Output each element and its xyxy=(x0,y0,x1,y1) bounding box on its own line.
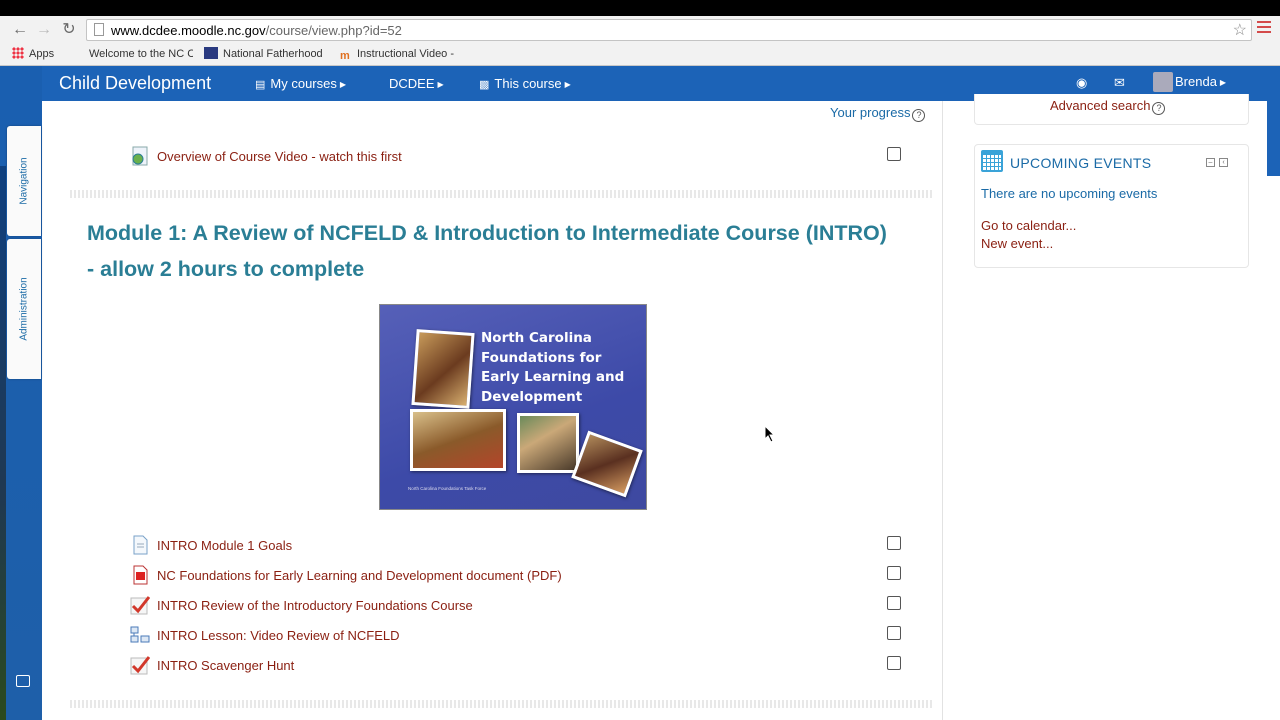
page-icon xyxy=(133,535,148,555)
progress-label: Your progress xyxy=(830,105,911,120)
section-separator xyxy=(70,700,933,708)
completion-checkbox[interactable] xyxy=(887,566,901,580)
nav-dcdee[interactable]: DCDEE ▶ xyxy=(389,76,444,91)
help-icon[interactable]: ? xyxy=(912,109,926,122)
completion-checkbox[interactable] xyxy=(887,147,901,161)
block-title: UPCOMING EVENTS xyxy=(1010,155,1152,171)
upcoming-events-block: UPCOMING EVENTS – ‹ There are no upcomin… xyxy=(974,144,1249,268)
site-brand[interactable]: Child Development xyxy=(59,73,211,94)
pdf-icon xyxy=(133,565,148,585)
bookmark-label: Apps xyxy=(29,48,55,60)
activity-link[interactable]: NC Foundations for Early Learning and De… xyxy=(157,568,562,583)
activity-link[interactable]: INTRO Module 1 Goals xyxy=(157,538,292,553)
address-bar[interactable]: www.dcdee.moodle.nc.gov/course/view.php?… xyxy=(86,19,1252,41)
nav-label: My courses xyxy=(270,76,337,91)
quiz-check-icon xyxy=(130,656,150,675)
administration-tab-label: Administration xyxy=(18,277,30,341)
nav-my-courses[interactable]: ▤ My courses ▶ xyxy=(255,76,346,91)
bookmark-welcome[interactable]: Welcome to the NC C xyxy=(89,46,193,62)
your-progress: Your progress? xyxy=(830,105,926,122)
child-photo-3 xyxy=(517,413,579,473)
collapse-block-icon[interactable]: – xyxy=(1206,158,1215,167)
bookmark-label: National Fatherhood xyxy=(223,48,323,60)
bookmark-label: Instructional Video - xyxy=(357,48,455,60)
lesson-icon xyxy=(130,626,150,643)
ncfeld-cover-image: North Carolina Foundations for Early Lea… xyxy=(379,304,647,510)
bookmark-star-icon[interactable]: ☆ xyxy=(1233,20,1247,40)
activity-link[interactable]: INTRO Scavenger Hunt xyxy=(157,658,294,673)
back-arrow-icon[interactable]: ← xyxy=(10,20,30,40)
section-separator xyxy=(70,190,933,198)
url-text: www.dcdee.moodle.nc.gov/course/view.php?… xyxy=(111,23,402,38)
calendar-icon xyxy=(981,150,1003,172)
bookmark-apps[interactable]: Apps xyxy=(12,46,54,62)
completion-checkbox[interactable] xyxy=(887,536,901,550)
quiz-check-icon xyxy=(130,596,150,615)
user-name: Brenda xyxy=(1175,74,1217,89)
bookmark-fatherhood[interactable]: National Fatherhood xyxy=(204,46,323,62)
fatherhood-favicon-icon xyxy=(204,47,218,59)
screen-top-bar xyxy=(0,0,1280,16)
no-events-text: There are no upcoming events xyxy=(981,186,1158,201)
caret-right-icon: ▶ xyxy=(1219,78,1227,87)
scrollbar-area[interactable] xyxy=(1267,66,1280,720)
bookmark-label: Welcome to the NC C xyxy=(89,48,193,60)
url-host: www.dcdee.moodle.nc.gov xyxy=(111,23,266,38)
nav-label: This course xyxy=(494,76,562,91)
url-globe-icon xyxy=(132,146,148,166)
cover-title: North Carolina Foundations for Early Lea… xyxy=(481,330,625,405)
activity-link[interactable]: Overview of Course Video - watch this fi… xyxy=(157,149,402,164)
help-icon[interactable]: ? xyxy=(1152,102,1166,115)
completion-checkbox[interactable] xyxy=(887,596,901,610)
advanced-search-label: Advanced search xyxy=(1050,98,1151,113)
courses-icon: ▤ xyxy=(255,79,266,91)
left-dock-edge xyxy=(0,166,6,720)
dock-expand-icon[interactable] xyxy=(16,675,30,687)
book-icon: ▩ xyxy=(479,79,490,91)
url-path: /course/view.php?id=52 xyxy=(265,23,402,38)
nav-label: DCDEE xyxy=(389,76,435,91)
section-title: Module 1: A Review of NCFELD & Introduct… xyxy=(87,221,887,281)
new-event-link[interactable]: New event... xyxy=(981,236,1053,251)
completion-checkbox[interactable] xyxy=(887,656,901,670)
go-to-calendar-link[interactable]: Go to calendar... xyxy=(981,218,1076,233)
page-icon xyxy=(94,23,104,36)
caret-right-icon: ▶ xyxy=(437,80,444,89)
child-photo-1 xyxy=(411,329,475,409)
child-photo-4 xyxy=(571,430,643,498)
bookmark-instructional[interactable]: m Instructional Video - xyxy=(340,46,454,62)
column-divider xyxy=(942,101,943,720)
cover-footer: North Carolina Foundations Task Force xyxy=(408,486,487,491)
child-photo-2 xyxy=(410,409,506,471)
moodle-page: Navigation Administration Child Developm… xyxy=(0,66,1280,720)
moodle-favicon-icon: m xyxy=(340,50,350,62)
notification-icon[interactable]: ◉ xyxy=(1076,75,1087,91)
reload-icon[interactable]: ↻ xyxy=(59,20,79,40)
administration-dock-tab[interactable]: Administration xyxy=(7,239,41,379)
navigation-tab-label: Navigation xyxy=(18,157,30,205)
browser-menu-icon[interactable] xyxy=(1257,21,1271,35)
caret-right-icon: ▶ xyxy=(339,80,347,89)
activity-link[interactable]: INTRO Review of the Introductory Foundat… xyxy=(157,598,473,613)
dock-block-icon[interactable]: ‹ xyxy=(1219,158,1228,167)
browser-chrome: ← → ↻ www.dcdee.moodle.nc.gov/course/vie… xyxy=(0,16,1280,66)
forward-arrow-icon[interactable]: → xyxy=(34,20,54,40)
nav-this-course[interactable]: ▩ This course ▶ xyxy=(479,76,571,91)
messages-icon[interactable]: ✉ xyxy=(1114,75,1125,91)
activity-link[interactable]: INTRO Lesson: Video Review of NCFELD xyxy=(157,628,400,643)
completion-checkbox[interactable] xyxy=(887,626,901,640)
avatar[interactable] xyxy=(1153,72,1173,92)
caret-right-icon: ▶ xyxy=(564,80,571,89)
mouse-cursor-icon xyxy=(764,425,776,443)
navigation-dock-tab[interactable]: Navigation xyxy=(7,126,41,236)
user-menu[interactable]: Brenda ▶ xyxy=(1175,74,1226,89)
advanced-search-link[interactable]: Advanced search? xyxy=(1050,98,1166,115)
apps-grid-icon xyxy=(12,47,24,59)
scrollbar-thumb[interactable] xyxy=(1267,66,1280,176)
